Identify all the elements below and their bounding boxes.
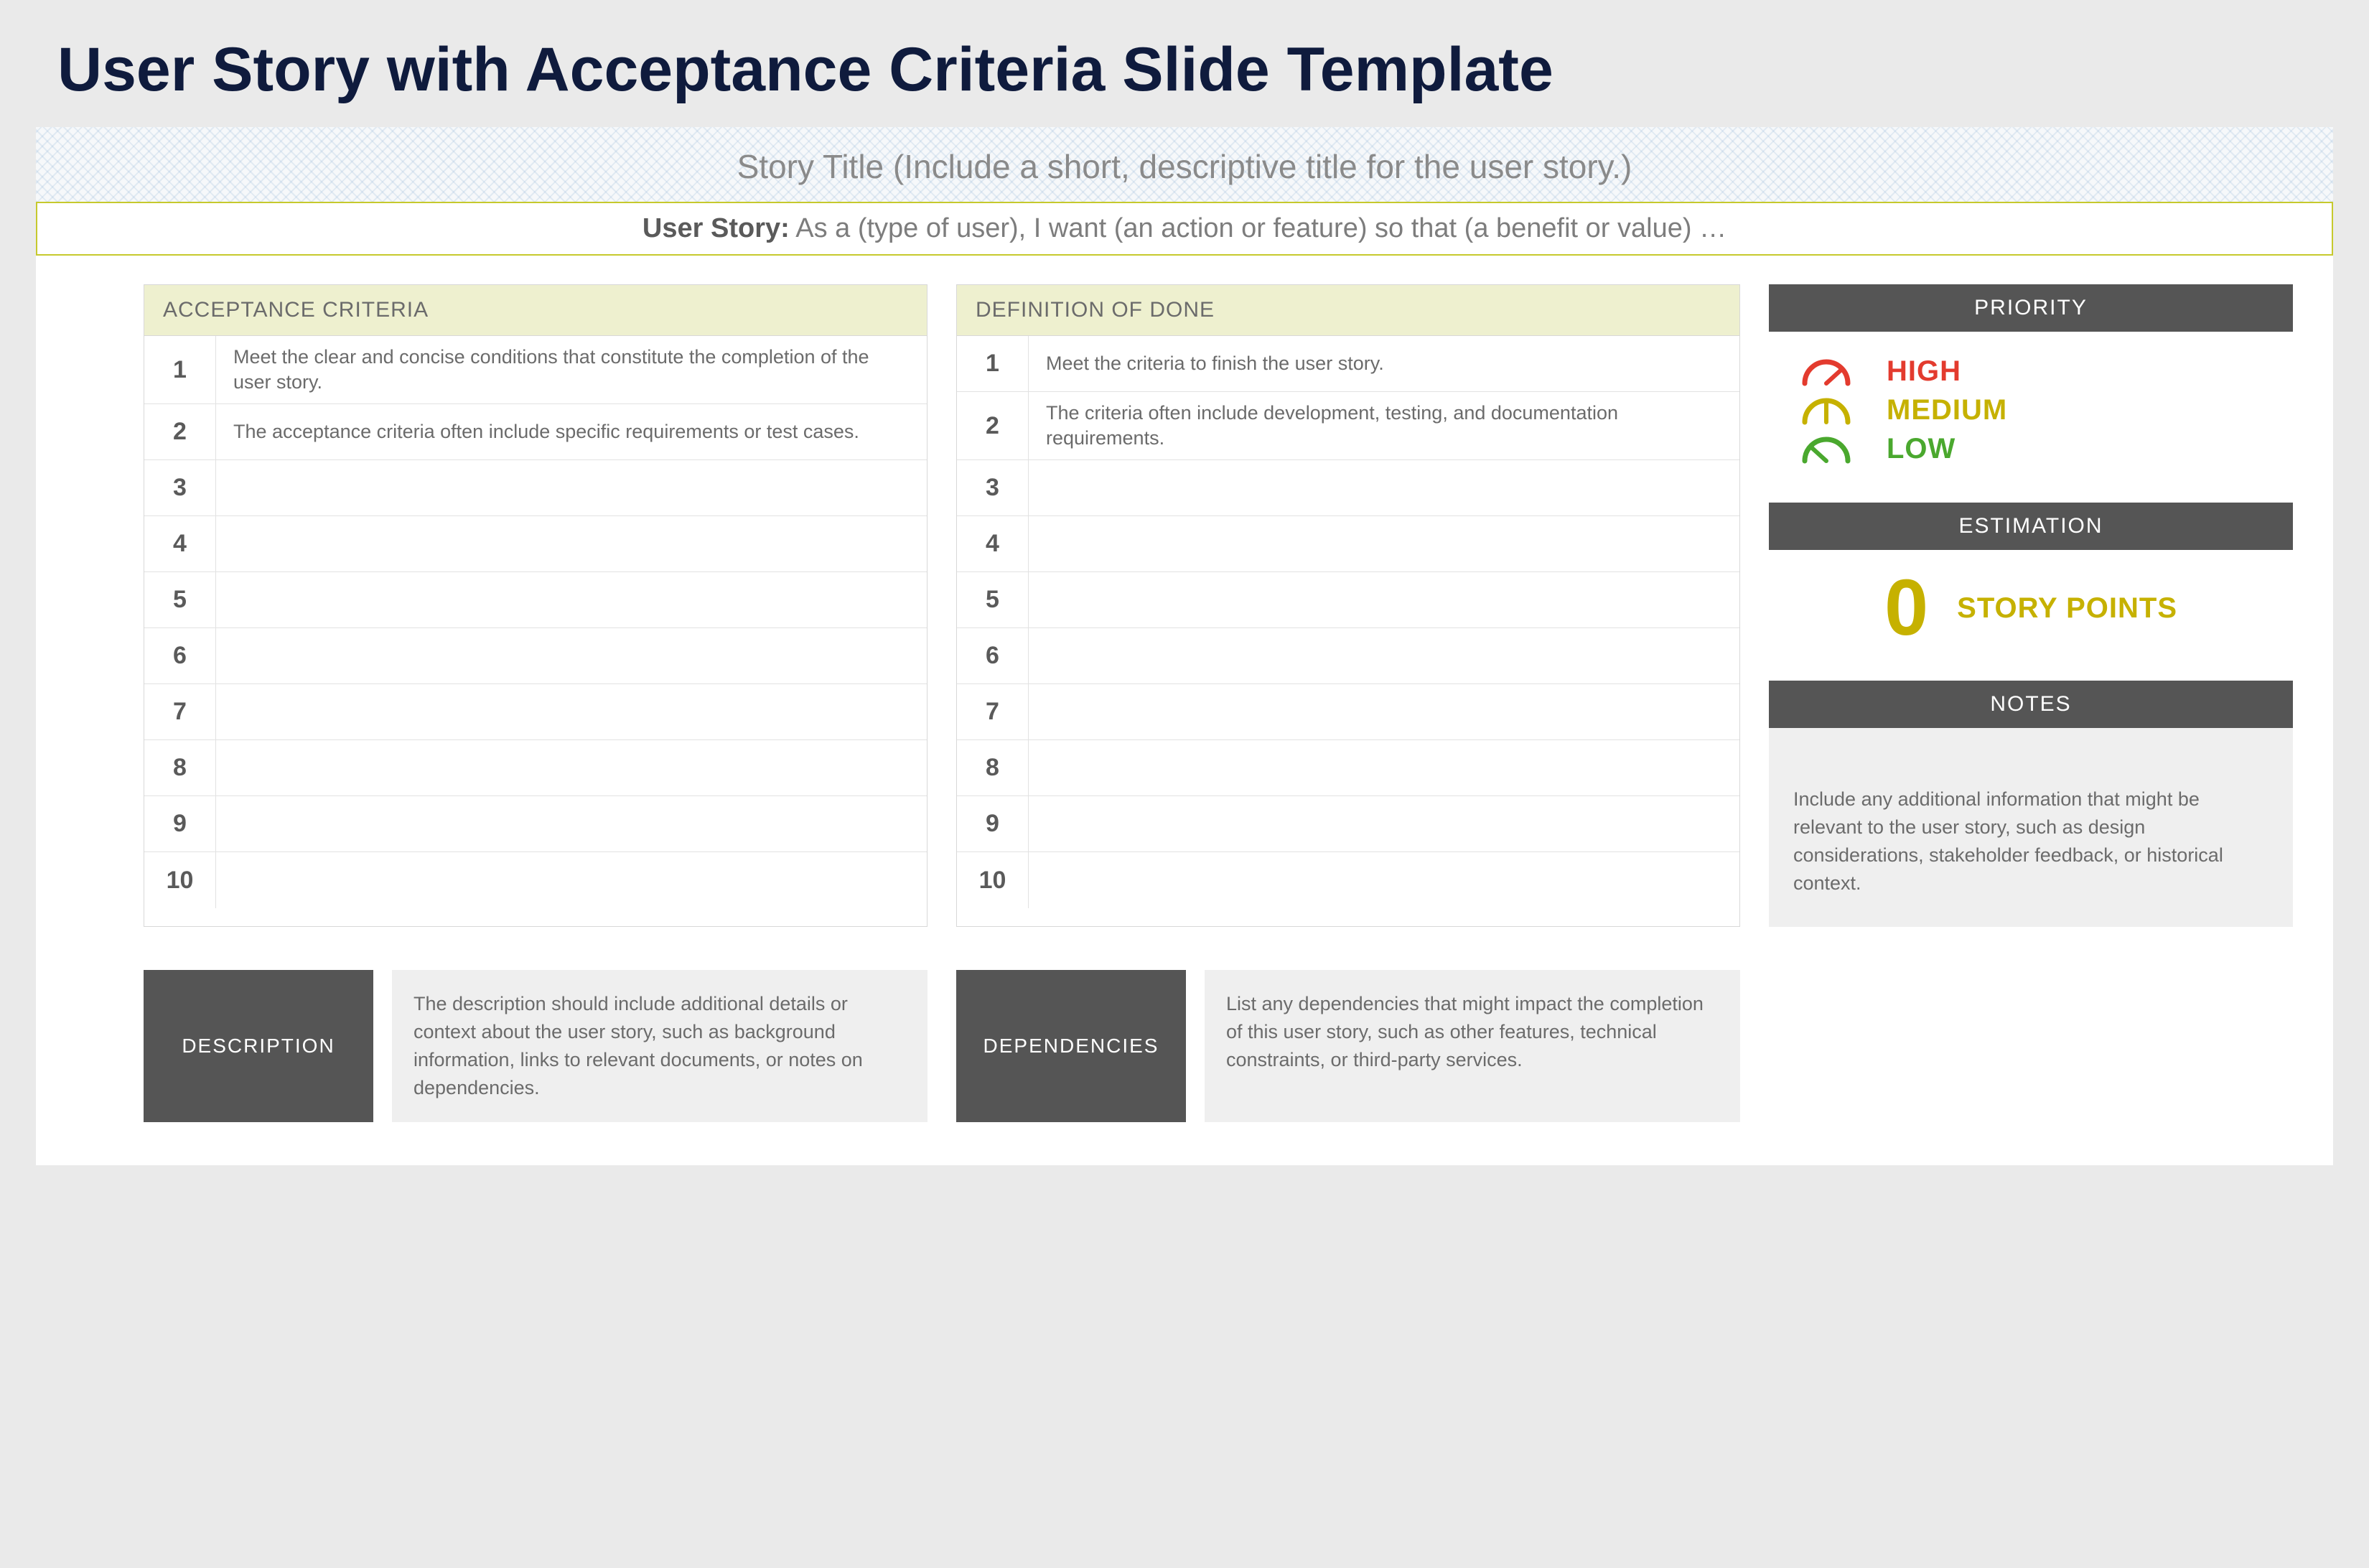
acceptance-row: 10 [144,852,927,908]
acceptance-row-text[interactable] [216,480,927,497]
definition-row: 6 [957,628,1739,684]
acceptance-row-number: 4 [144,516,216,571]
priority-body: HIGH MEDIUM LOW [1769,332,2293,488]
notes-body[interactable]: Include any additional information that … [1769,728,2293,927]
acceptance-row-text[interactable] [216,872,927,889]
acceptance-row: 4 [144,516,927,572]
definition-row-text[interactable] [1029,816,1739,833]
definition-row-number: 1 [957,336,1029,391]
definition-row: 9 [957,796,1739,852]
estimation-label: STORY POINTS [1957,592,2177,625]
acceptance-row: 8 [144,740,927,796]
definition-row-number: 9 [957,796,1029,851]
definition-row-number: 6 [957,628,1029,683]
definition-of-done-table: DEFINITION OF DONE 1Meet the criteria to… [956,284,1740,927]
description-label: DESCRIPTION [144,970,373,1123]
definition-row-text[interactable] [1029,648,1739,665]
estimation-body: 0 STORY POINTS [1769,550,2293,666]
definition-row-text[interactable]: Meet the criteria to finish the user sto… [1029,342,1739,385]
priority-medium-label[interactable]: MEDIUM [1887,394,2007,426]
definition-of-done-header: DEFINITION OF DONE [957,285,1739,336]
dependencies-label: DEPENDENCIES [956,970,1186,1123]
definition-row-text[interactable] [1029,704,1739,721]
gauge-low-icon [1798,432,1855,465]
definition-row-number: 4 [957,516,1029,571]
definition-row: 2The criteria often include development,… [957,392,1739,460]
acceptance-row-text[interactable] [216,648,927,665]
definition-row-text[interactable] [1029,872,1739,889]
story-title-text[interactable]: Story Title (Include a short, descriptiv… [36,147,2333,186]
page-title: User Story with Acceptance Criteria Slid… [0,0,2369,127]
slide-canvas: Story Title (Include a short, descriptiv… [36,127,2333,1165]
definition-row-number: 5 [957,572,1029,627]
priority-low-label[interactable]: LOW [1887,433,1956,465]
estimation-header: ESTIMATION [1769,503,2293,550]
acceptance-row-number: 1 [144,336,216,403]
acceptance-row: 9 [144,796,927,852]
acceptance-row: 7 [144,684,927,740]
estimation-value[interactable]: 0 [1884,569,1928,648]
description-text[interactable]: The description should include additiona… [392,970,927,1123]
story-title-bar: Story Title (Include a short, descriptiv… [36,127,2333,202]
gauge-high-icon [1798,355,1855,388]
acceptance-criteria-header: ACCEPTANCE CRITERIA [144,285,927,336]
user-story-text: As a (type of user), I want (an action o… [790,213,1726,243]
acceptance-row: 2The acceptance criteria often include s… [144,404,927,460]
definition-row-text[interactable]: The criteria often include development, … [1029,392,1739,459]
definition-row: 4 [957,516,1739,572]
acceptance-row-number: 7 [144,684,216,739]
definition-row-text[interactable] [1029,536,1739,553]
definition-row-number: 2 [957,392,1029,459]
acceptance-row-text[interactable] [216,816,927,833]
user-story-label: User Story: [643,213,790,243]
definition-row-number: 7 [957,684,1029,739]
acceptance-row-number: 6 [144,628,216,683]
user-story-bar[interactable]: User Story: As a (type of user), I want … [36,202,2333,256]
acceptance-row-text[interactable] [216,536,927,553]
definition-row: 8 [957,740,1739,796]
acceptance-row-text[interactable] [216,760,927,777]
definition-row-text[interactable] [1029,480,1739,497]
priority-high-label[interactable]: HIGH [1887,355,1961,388]
gauge-medium-icon [1798,393,1855,426]
definition-row: 1Meet the criteria to finish the user st… [957,336,1739,392]
acceptance-row-text[interactable] [216,704,927,721]
acceptance-row: 5 [144,572,927,628]
acceptance-row: 6 [144,628,927,684]
definition-row-number: 3 [957,460,1029,515]
notes-header: NOTES [1769,681,2293,728]
dependencies-text[interactable]: List any dependencies that might impact … [1205,970,1740,1123]
acceptance-row: 3 [144,460,927,516]
priority-header: PRIORITY [1769,284,2293,332]
acceptance-row-text[interactable]: The acceptance criteria often include sp… [216,411,927,453]
acceptance-row-number: 9 [144,796,216,851]
definition-row-number: 8 [957,740,1029,795]
definition-row: 10 [957,852,1739,908]
acceptance-row-text[interactable] [216,592,927,609]
acceptance-row-number: 10 [144,852,216,908]
acceptance-row-number: 5 [144,572,216,627]
acceptance-row-number: 3 [144,460,216,515]
definition-row: 7 [957,684,1739,740]
acceptance-row: 1Meet the clear and concise conditions t… [144,336,927,404]
acceptance-row-number: 2 [144,404,216,459]
definition-row-text[interactable] [1029,592,1739,609]
definition-row-number: 10 [957,852,1029,908]
definition-row-text[interactable] [1029,760,1739,777]
definition-row: 5 [957,572,1739,628]
acceptance-criteria-table: ACCEPTANCE CRITERIA 1Meet the clear and … [144,284,927,927]
definition-row: 3 [957,460,1739,516]
acceptance-row-number: 8 [144,740,216,795]
acceptance-row-text[interactable]: Meet the clear and concise conditions th… [216,336,927,403]
